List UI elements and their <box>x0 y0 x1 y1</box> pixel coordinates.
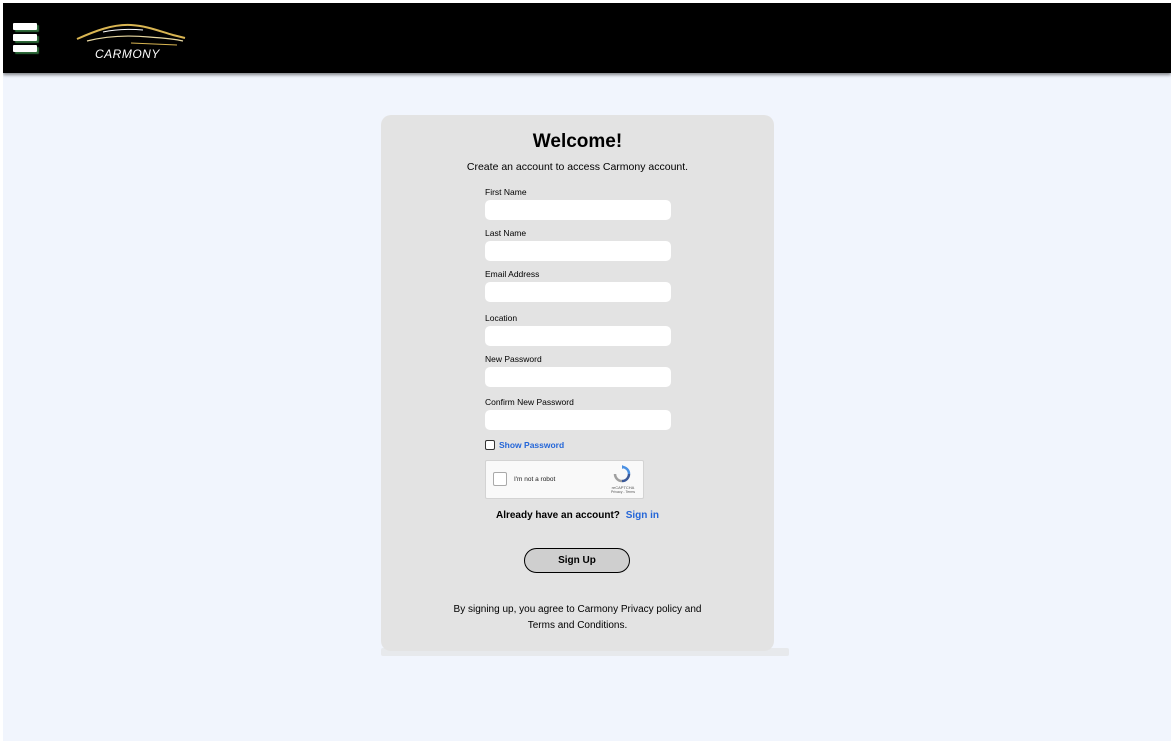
terms-line-1: By signing up, you agree to Carmony Priv… <box>453 604 702 615</box>
carmony-logo[interactable]: CARMONY <box>73 19 189 61</box>
recaptcha-label: I'm not a robot <box>514 476 556 483</box>
last-name-input[interactable] <box>485 241 671 261</box>
recaptcha-terms-link[interactable]: Privacy - Terms <box>604 490 642 494</box>
form-subtitle: Create an account to access Carmony acco… <box>466 161 689 173</box>
form-title: Welcome! <box>532 131 623 152</box>
last-name-label: Last Name <box>485 228 527 238</box>
new-password-label: New Password <box>485 354 542 364</box>
first-name-input[interactable] <box>485 200 671 220</box>
email-input[interactable] <box>485 282 671 302</box>
confirm-password-label: Confirm New Password <box>485 397 574 407</box>
signup-card: Welcome! Create an account to access Car… <box>381 115 774 651</box>
confirm-password-input[interactable] <box>485 410 671 430</box>
show-password-toggle[interactable]: Show Password <box>485 440 564 450</box>
location-input[interactable] <box>485 326 671 346</box>
recaptcha-widget: I'm not a robot reCAPTCHA Privacy - Term… <box>485 460 644 499</box>
show-password-checkbox[interactable] <box>485 440 495 450</box>
recaptcha-checkbox[interactable] <box>493 472 507 486</box>
top-navigation-bar: CARMONY <box>3 3 1171 73</box>
terms-line-2: Terms and Conditions. <box>527 620 628 631</box>
show-password-label[interactable]: Show Password <box>499 440 564 450</box>
signin-prompt: Already have an account? <box>495 510 620 521</box>
email-label: Email Address <box>485 269 540 279</box>
new-password-input[interactable] <box>485 367 671 387</box>
signup-button[interactable]: Sign Up <box>524 548 630 573</box>
signin-link[interactable]: Sign in <box>626 510 659 521</box>
first-name-label: First Name <box>485 187 527 197</box>
page: CARMONY Welcome! Create an account to ac… <box>3 3 1171 741</box>
terms-notice: By signing up, you agree to Carmony Priv… <box>381 602 774 634</box>
logo-wordmark: CARMONY <box>95 47 160 61</box>
car-silhouette-icon <box>76 23 186 46</box>
signin-row: Already have an account? Sign in <box>381 510 774 521</box>
recaptcha-logo-icon <box>613 465 631 483</box>
location-label: Location <box>485 313 518 323</box>
hamburger-menu-icon[interactable] <box>13 23 39 59</box>
